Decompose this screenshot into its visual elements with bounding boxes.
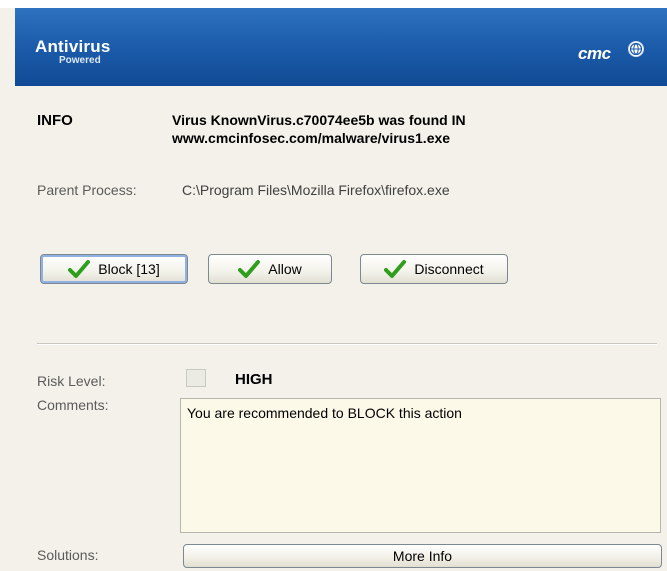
comments-label: Comments: <box>37 397 109 413</box>
disconnect-button-label: Disconnect <box>414 261 484 277</box>
risk-level-value: HIGH <box>235 371 273 388</box>
brand-logo: cmc <box>578 44 611 63</box>
more-info-button[interactable]: More Info <box>183 544 662 568</box>
more-info-label: More Info <box>392 548 453 564</box>
alert-window: Antivirus Powered cmc INFO Virus KnownVi… <box>0 0 667 571</box>
logo-title: Antivirus <box>35 37 111 56</box>
comments-text: You are recommended to BLOCK this action <box>187 405 462 421</box>
solutions-label: Solutions: <box>37 547 99 563</box>
check-icon <box>384 260 407 278</box>
allow-button-label: Allow <box>268 261 302 277</box>
parent-process-label: Parent Process: <box>37 182 137 198</box>
logo-subtitle: Powered <box>59 55 101 66</box>
risk-indicator <box>186 369 206 387</box>
info-label: INFO <box>37 112 73 129</box>
globe-icon <box>628 41 644 57</box>
virus-url: www.cmcinfosec.com/malware/virus1.exe <box>172 130 451 146</box>
parent-process-value: C:\Program Files\Mozilla Firefox\firefox… <box>182 182 450 198</box>
block-button-label: Block [13] <box>98 261 160 277</box>
check-icon <box>238 260 261 278</box>
disconnect-button[interactable]: Disconnect <box>360 254 508 284</box>
check-icon <box>68 260 91 278</box>
comments-box: You are recommended to BLOCK this action <box>180 398 661 533</box>
block-button[interactable]: Block [13] <box>40 254 188 284</box>
header-banner <box>15 8 667 86</box>
divider <box>37 343 657 345</box>
top-strip <box>0 0 667 8</box>
virus-message: Virus KnownVirus.c70074ee5b was found IN <box>172 112 466 128</box>
risk-level-label: Risk Level: <box>37 373 106 389</box>
allow-button[interactable]: Allow <box>208 254 332 284</box>
